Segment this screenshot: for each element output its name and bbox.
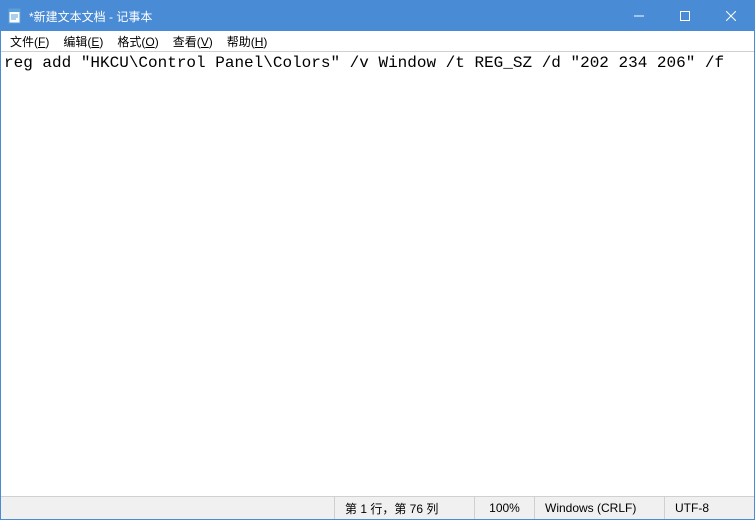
- menu-edit[interactable]: 编辑(E): [56, 31, 110, 52]
- text-editor[interactable]: [1, 52, 754, 496]
- menu-file[interactable]: 文件(F): [3, 31, 56, 52]
- close-button[interactable]: [708, 1, 754, 31]
- menu-help[interactable]: 帮助(H): [220, 31, 275, 52]
- maximize-button[interactable]: [662, 1, 708, 31]
- editor-area: [1, 52, 754, 496]
- statusbar-encoding: UTF-8: [664, 497, 754, 519]
- statusbar-spacer: [1, 497, 334, 519]
- menu-edit-label: 编辑(E): [63, 35, 103, 49]
- menu-format[interactable]: 格式(O): [110, 31, 165, 52]
- statusbar-zoom: 100%: [474, 497, 534, 519]
- titlebar: *新建文本文档 - 记事本: [1, 1, 754, 31]
- window-title: *新建文本文档 - 记事本: [29, 8, 152, 25]
- menu-help-label: 帮助(H): [227, 35, 268, 49]
- menu-file-label: 文件(F): [10, 35, 49, 49]
- menu-view-label: 查看(V): [173, 35, 213, 49]
- minimize-button[interactable]: [616, 1, 662, 31]
- statusbar: 第 1 行，第 76 列 100% Windows (CRLF) UTF-8: [1, 496, 754, 519]
- statusbar-line-ending: Windows (CRLF): [534, 497, 664, 519]
- menubar: 文件(F) 编辑(E) 格式(O) 查看(V) 帮助(H): [1, 31, 754, 52]
- menu-format-label: 格式(O): [117, 35, 158, 49]
- menu-view[interactable]: 查看(V): [166, 31, 220, 52]
- notepad-icon: [7, 8, 23, 24]
- statusbar-position: 第 1 行，第 76 列: [334, 497, 474, 519]
